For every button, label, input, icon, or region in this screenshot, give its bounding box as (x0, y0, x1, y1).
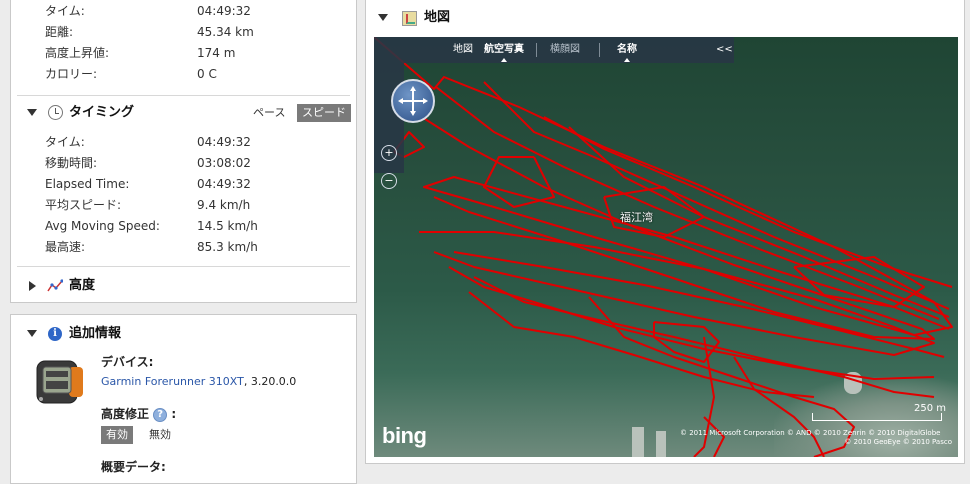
stat-label: 平均スピード: (45, 198, 122, 212)
timing-row-avg-moving-speed: Avg Moving Speed: 14.5 km/h (45, 216, 355, 236)
help-icon[interactable]: ? (153, 407, 168, 422)
selected-caret-icon (501, 58, 507, 62)
elevation-correction-label: 高度修正 (101, 407, 150, 421)
timing-row-elapsed-time: Elapsed Time: 04:49:32 (45, 174, 355, 194)
map-style-toolbar: 地図 航空写真 横顔図 名称 << (374, 37, 734, 63)
stat-label: タイム: (45, 135, 85, 149)
stat-label: Avg Moving Speed: (45, 219, 160, 233)
summary-row-calories: カロリー: 0 C (45, 64, 355, 84)
clock-icon (48, 105, 63, 120)
stat-value: 9.4 km/h (197, 198, 251, 212)
map-icon (402, 11, 417, 26)
info-icon: i (48, 327, 62, 341)
elevation-correction-colon: : (171, 407, 177, 421)
stat-label: 最高速: (45, 240, 86, 254)
stat-label: 距離: (45, 25, 74, 39)
collapse-arrow-icon[interactable] (378, 14, 388, 21)
bing-logo: bing (382, 423, 427, 448)
elevation-chart-icon (47, 279, 63, 292)
summary-row-distance: 距離: 45.34 km (45, 22, 355, 42)
device-info: Garmin Forerunner 310XT, 3.20.0.0 (101, 375, 296, 388)
collapse-arrow-icon[interactable] (27, 330, 37, 337)
device-name-link[interactable]: Garmin Forerunner 310XT (101, 375, 244, 388)
summary-row-elevation-gain: 高度上昇値: 174 m (45, 43, 355, 63)
elevation-correction-disabled-toggle[interactable]: 無効 (144, 426, 176, 444)
elevation-correction-row: 高度修正 ? : (101, 405, 176, 422)
gps-track-lines (374, 37, 953, 457)
map-navigation-panel: + − (374, 63, 435, 189)
device-label: デバイス: (101, 355, 154, 369)
stat-label: 移動時間: (45, 156, 98, 170)
zoom-in-button[interactable]: + (381, 145, 397, 161)
stat-label: カロリー: (45, 67, 98, 81)
timing-row-time: タイム: 04:49:32 (45, 132, 355, 152)
elevation-title: 高度 (69, 278, 96, 293)
toolbar-separator (536, 43, 537, 57)
pace-toggle[interactable]: ペース (248, 104, 290, 122)
activity-stats-panel: タイム: 04:49:32 距離: 45.34 km 高度上昇値: 174 m … (10, 0, 357, 303)
summary-data-label: 概要データ: (101, 460, 166, 474)
map-style-aerial[interactable]: 航空写真 (484, 37, 524, 63)
stat-label: タイム: (45, 4, 85, 18)
map-labels-label: 名称 (617, 44, 637, 55)
stat-value: 03:08:02 (197, 156, 251, 170)
stat-value: 04:49:32 (197, 4, 251, 18)
stat-value: 0 C (197, 67, 217, 81)
timing-row-max-speed: 最高速: 85.3 km/h (45, 237, 355, 257)
additional-info-title: 追加情報 (69, 326, 122, 341)
selected-caret-icon (624, 58, 630, 62)
timing-section-header[interactable]: タイミング ペース スピード (11, 100, 356, 126)
device-version: , 3.20.0.0 (243, 375, 297, 388)
elevation-correction-enabled-toggle[interactable]: 有効 (101, 426, 133, 444)
toolbar-separator (599, 43, 600, 57)
stat-value: 174 m (197, 46, 236, 60)
collapse-toolbar-button[interactable]: << (716, 37, 733, 63)
pan-arrows-icon (398, 86, 428, 116)
additional-info-panel: i 追加情報 デバイス: Garmin Forerunner 310XT, 3.… (10, 314, 357, 484)
map-style-road[interactable]: 地図 (453, 37, 473, 63)
map-scale-bar (812, 413, 942, 421)
speed-toggle[interactable]: スピード (297, 104, 351, 122)
timing-row-avg-speed: 平均スピード: 9.4 km/h (45, 195, 355, 215)
copyright-line: © 2010 GeoEye © 2010 Pasco (844, 438, 952, 446)
map-panel: 地図 福江湾 地図 航空写真 横顔図 名称 << + − bing 250 m … (365, 0, 965, 464)
timing-title: タイミング (69, 105, 135, 120)
section-divider (17, 266, 350, 267)
collapse-arrow-icon[interactable] (27, 109, 37, 116)
stat-value: 14.5 km/h (197, 219, 258, 233)
pan-control[interactable] (391, 79, 435, 123)
device-watch-image (36, 360, 83, 404)
stat-value: 45.34 km (197, 25, 254, 39)
stat-value: 85.3 km/h (197, 240, 258, 254)
timing-row-moving-time: 移動時間: 03:08:02 (45, 153, 355, 173)
place-label: 福江湾 (620, 211, 653, 224)
copyright-line: © 2011 Microsoft Corporation © AND © 201… (680, 429, 941, 437)
section-divider (17, 95, 350, 96)
map-style-aerial-label: 航空写真 (484, 44, 524, 55)
stat-value: 04:49:32 (197, 177, 251, 191)
additional-info-header[interactable]: i 追加情報 (11, 321, 356, 347)
map-labels-toggle[interactable]: 名称 (617, 37, 637, 63)
map-copyright: © 2011 Microsoft Corporation © AND © 201… (680, 429, 952, 447)
elevation-section-header[interactable]: 高度 (11, 273, 356, 299)
map-style-birdseye[interactable]: 横顔図 (550, 37, 580, 63)
stat-label: 高度上昇値: (45, 46, 110, 60)
summary-row-time: タイム: 04:49:32 (45, 1, 355, 21)
zoom-out-button[interactable]: − (381, 173, 397, 189)
expand-arrow-icon[interactable] (29, 281, 36, 291)
stat-value: 04:49:32 (197, 135, 251, 149)
map-view[interactable]: 福江湾 地図 航空写真 横顔図 名称 << + − bing 250 m © 2… (374, 37, 958, 457)
map-title: 地図 (424, 10, 451, 25)
gps-track (374, 37, 953, 457)
stat-label: Elapsed Time: (45, 177, 130, 191)
